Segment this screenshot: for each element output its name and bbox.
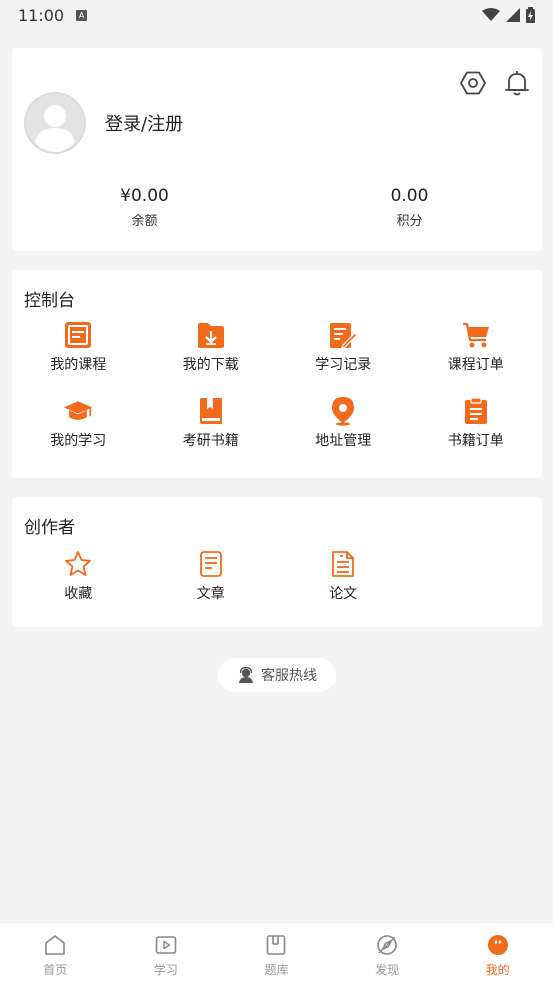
console-item-course-orders[interactable]: 课程订单	[410, 320, 543, 374]
download-icon	[196, 320, 226, 350]
console-item-label: 考研书籍	[182, 433, 239, 449]
profile-face-icon	[486, 933, 510, 957]
creator-item-articles[interactable]: 文章	[145, 549, 278, 603]
nav-item-discover[interactable]: 发现	[332, 923, 443, 985]
study-record-icon	[328, 320, 358, 350]
console-item-label: 我的学习	[50, 433, 107, 449]
a-icon: A	[76, 9, 88, 21]
nav-label: 我的	[485, 963, 510, 977]
bell-icon	[505, 71, 529, 96]
creator-item-papers[interactable]: 论文	[277, 549, 410, 603]
profile-card: 登录/注册 ¥0.00 余额 0.00 积分	[12, 48, 542, 251]
balance-label: 余额	[131, 214, 158, 229]
creator-title: 创作者	[24, 518, 75, 538]
signal-icon	[506, 8, 520, 22]
console-item-label: 学习记录	[315, 357, 372, 373]
clipboard-icon	[461, 396, 491, 426]
nav-label: 学习	[153, 963, 178, 977]
battery-icon	[526, 7, 535, 23]
compass-icon	[375, 933, 399, 957]
nav-item-question-bank[interactable]: 题库	[221, 923, 332, 985]
wifi-icon	[482, 8, 500, 21]
avatar[interactable]	[24, 92, 86, 154]
creator-card: 创作者 收藏 文章 论文	[12, 497, 542, 627]
location-pin-icon	[328, 396, 358, 426]
points-label: 积分	[396, 214, 423, 229]
login-register-link[interactable]: 登录/注册	[105, 110, 183, 136]
customer-service-hotline-button[interactable]: 客服热线	[218, 658, 336, 692]
console-item-my-study[interactable]: 我的学习	[12, 396, 145, 450]
nav-item-mine[interactable]: 我的	[442, 923, 553, 985]
console-item-exam-books[interactable]: 考研书籍	[145, 396, 278, 450]
settings-icon	[460, 71, 486, 95]
cart-icon	[461, 320, 491, 350]
nav-item-study[interactable]: 学习	[111, 923, 222, 985]
user-silhouette-icon	[24, 92, 86, 154]
console-item-label: 我的课程	[50, 357, 107, 373]
console-item-my-courses[interactable]: 我的课程	[12, 320, 145, 374]
status-time: 11:00	[18, 5, 65, 25]
nav-item-home[interactable]: 首页	[0, 923, 111, 985]
console-title: 控制台	[24, 291, 75, 311]
console-card: 控制台 我的课程 我的下载 学习记录 课程订单 我的学习 考研书籍 地址管理 书…	[12, 270, 542, 478]
play-icon	[154, 933, 178, 957]
home-icon	[43, 933, 67, 957]
points-stat[interactable]: 0.00 积分	[277, 186, 542, 229]
points-value: 0.00	[390, 186, 429, 206]
console-item-address-management[interactable]: 地址管理	[277, 396, 410, 450]
nav-label: 首页	[43, 963, 68, 977]
console-item-my-downloads[interactable]: 我的下载	[145, 320, 278, 374]
console-item-label: 书籍订单	[447, 433, 504, 449]
hotline-label: 客服热线	[261, 668, 317, 684]
course-icon	[63, 320, 93, 350]
book-icon	[196, 396, 226, 426]
nav-label: 题库	[264, 963, 289, 977]
console-item-study-record[interactable]: 学习记录	[277, 320, 410, 374]
settings-button[interactable]	[460, 70, 486, 96]
creator-item-label: 文章	[196, 586, 225, 602]
creator-item-label: 论文	[329, 586, 358, 602]
nav-label: 发现	[375, 963, 400, 977]
console-item-label: 课程订单	[447, 357, 504, 373]
creator-item-label: 收藏	[64, 586, 93, 602]
question-bank-icon	[264, 933, 288, 957]
status-bar: 11:00 A	[0, 0, 553, 30]
paper-icon	[328, 549, 358, 579]
bottom-nav: 首页 学习 题库 发现 我的	[0, 922, 553, 985]
article-icon	[196, 549, 226, 579]
graduation-cap-icon	[63, 396, 93, 426]
console-item-label: 地址管理	[315, 433, 372, 449]
console-item-label: 我的下载	[182, 357, 239, 373]
notification-button[interactable]	[504, 70, 530, 96]
balance-value: ¥0.00	[120, 186, 169, 206]
balance-stat[interactable]: ¥0.00 余额	[12, 186, 277, 229]
headset-user-icon	[239, 667, 253, 683]
console-item-book-orders[interactable]: 书籍订单	[410, 396, 543, 450]
star-icon	[63, 549, 93, 579]
creator-item-favorites[interactable]: 收藏	[12, 549, 145, 603]
